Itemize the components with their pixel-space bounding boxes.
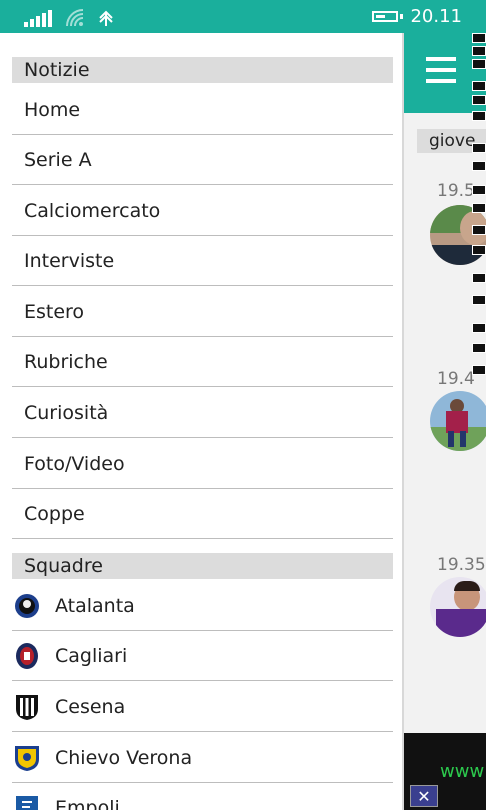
team-label: Cesena [55,696,126,718]
menu-item-calciomercato[interactable]: Calciomercato [12,186,393,236]
ad-text: www [440,761,485,782]
team-item-empoli[interactable]: Empoli [12,783,393,810]
team-label: Empoli [55,797,120,810]
player-avatar-3[interactable] [430,577,486,637]
menu-item-estero[interactable]: Estero [12,287,393,337]
battery-fill [376,15,385,18]
cagliari-crest-icon [16,643,38,669]
team-item-cagliari[interactable]: Cagliari [12,631,393,681]
status-time: 20.11 [410,6,462,27]
hamburger-menu-icon[interactable] [426,57,456,85]
status-bar: 20.11 [0,0,486,33]
news-time: 19.5 [437,181,475,201]
news-time: 19.35 [437,555,486,575]
menu-item-home[interactable]: Home [12,85,393,135]
empoli-crest-icon [16,796,38,810]
menu-item-interviste[interactable]: Interviste [12,236,393,286]
cesena-crest-icon [16,695,38,720]
battery-icon [372,11,398,22]
ad-banner[interactable]: www ✕ [404,733,486,810]
team-item-chievo-verona[interactable]: Chievo Verona [12,733,393,783]
close-ad-icon[interactable]: ✕ [410,785,438,807]
team-item-atalanta[interactable]: Atalanta [12,581,393,631]
section-header-squadre: Squadre [12,553,393,579]
team-label: Atalanta [55,595,135,617]
atalanta-crest-icon [15,594,39,618]
chievo-crest-icon [15,746,39,771]
player-avatar-2[interactable] [430,391,486,451]
data-sync-icon [99,10,113,26]
menu-item-serie-a[interactable]: Serie A [12,135,393,185]
wifi-icon [66,9,84,27]
section-header-notizie: Notizie [12,57,393,83]
menu-item-coppe[interactable]: Coppe [12,489,393,539]
menu-item-curiosita[interactable]: Curiosità [12,388,393,438]
navigation-drawer: Notizie Home Serie A Calciomercato Inter… [0,33,404,810]
menu-item-rubriche[interactable]: Rubriche [12,337,393,387]
menu-item-foto-video[interactable]: Foto/Video [12,439,393,489]
team-item-cesena[interactable]: Cesena [12,682,393,732]
scroll-indicator-strip [472,33,486,383]
team-label: Cagliari [55,645,128,667]
news-time: 19.4 [437,369,475,389]
team-label: Chievo Verona [55,747,193,769]
